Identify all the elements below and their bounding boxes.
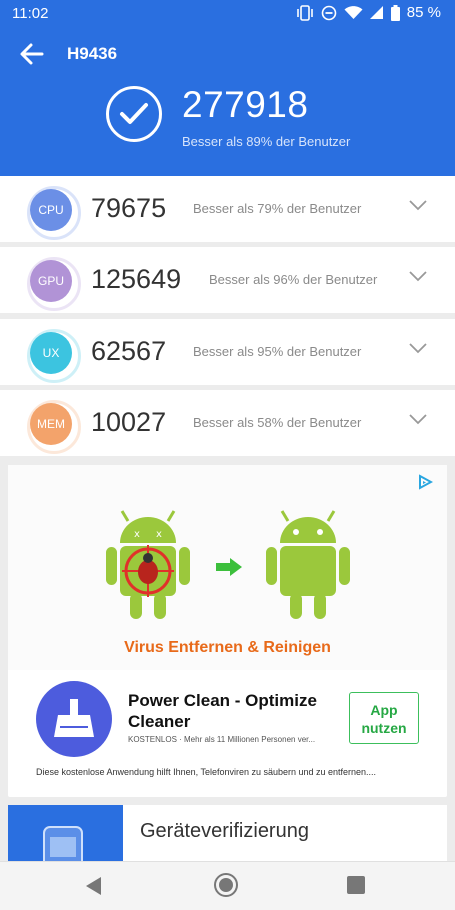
score-row-ux[interactable]: UX 62567 Besser als 95% der Benutzer	[0, 319, 455, 385]
gpu-badge: GPU	[27, 257, 81, 311]
mem-score: 10027	[91, 407, 167, 437]
arrow-right-icon	[216, 558, 242, 576]
mem-badge: MEM	[27, 400, 81, 454]
broom-app-icon[interactable]	[36, 681, 112, 757]
chevron-down-icon[interactable]	[409, 343, 427, 354]
chevron-down-icon[interactable]	[409, 414, 427, 425]
ux-badge: UX	[27, 329, 81, 383]
wifi-icon	[344, 6, 363, 19]
ad-install-button[interactable]: App nutzen	[349, 692, 419, 744]
device-verification-card[interactable]: Geräteverifizierung	[8, 805, 447, 861]
svg-text:x: x	[134, 529, 140, 540]
score-row-cpu[interactable]: CPU 79675 Besser als 79% der Benutzer	[0, 176, 455, 242]
total-score: 277918	[182, 84, 309, 125]
ad-tagline: Virus Entfernen & Reinigen	[124, 639, 331, 656]
status-time: 11:02	[12, 5, 49, 22]
ad-description: Diese kostenlose Anwendung hilft Ihnen, …	[36, 767, 377, 777]
back-nav-icon[interactable]	[84, 876, 102, 896]
battery-level: 85 %	[406, 4, 441, 21]
phone-icon	[43, 826, 83, 861]
device-name: H9436	[67, 44, 118, 63]
ux-score: 62567	[91, 336, 167, 366]
infected-android-icon: xx	[106, 510, 190, 619]
score-row-gpu[interactable]: GPU 125649 Besser als 96% der Benutzer	[0, 247, 455, 313]
score-row-mem[interactable]: MEM 10027 Besser als 58% der Benutzer	[0, 390, 455, 456]
svg-text:x: x	[156, 529, 162, 540]
chevron-down-icon[interactable]	[409, 200, 427, 211]
ux-rank: Besser als 95% der Benutzer	[193, 344, 362, 359]
adchoices-icon[interactable]	[417, 474, 433, 490]
ad-banner[interactable]: xx Virus Entfernen & Reinigen	[8, 465, 447, 670]
signal-icon	[369, 6, 383, 19]
mem-rank: Besser als 58% der Benutzer	[193, 415, 362, 430]
back-arrow-icon[interactable]	[18, 40, 46, 68]
clean-android-icon	[266, 510, 350, 619]
battery-icon	[390, 4, 400, 21]
status-bar: 11:02 85 %	[0, 0, 455, 28]
home-nav-icon[interactable]	[213, 872, 239, 898]
ad-title[interactable]: Power Clean - Optimize Cleaner	[128, 690, 343, 732]
gpu-score: 125649	[91, 264, 182, 294]
navigation-bar	[0, 861, 455, 910]
cpu-score: 79675	[91, 193, 167, 223]
cpu-rank: Besser als 79% der Benutzer	[193, 201, 362, 216]
ad-meta: KOSTENLOS · Mehr als 11 Millionen Person…	[128, 735, 316, 744]
total-rank: Besser als 89% der Benutzer	[182, 134, 351, 149]
result-header: H9436 277918 Besser als 89% der Benutzer	[0, 28, 455, 176]
dnd-icon	[321, 5, 337, 20]
gpu-rank: Besser als 96% der Benutzer	[209, 272, 378, 287]
vibrate-icon	[296, 4, 313, 21]
cpu-badge: CPU	[27, 186, 81, 240]
chevron-down-icon[interactable]	[409, 271, 427, 282]
check-circle-icon	[106, 86, 162, 142]
recents-nav-icon[interactable]	[347, 876, 365, 894]
verification-label: Geräteverifizierung	[140, 820, 309, 842]
verification-banner	[8, 805, 123, 861]
ad-card[interactable]: xx Virus Entfernen & Reinigen Power Clea…	[8, 465, 447, 797]
